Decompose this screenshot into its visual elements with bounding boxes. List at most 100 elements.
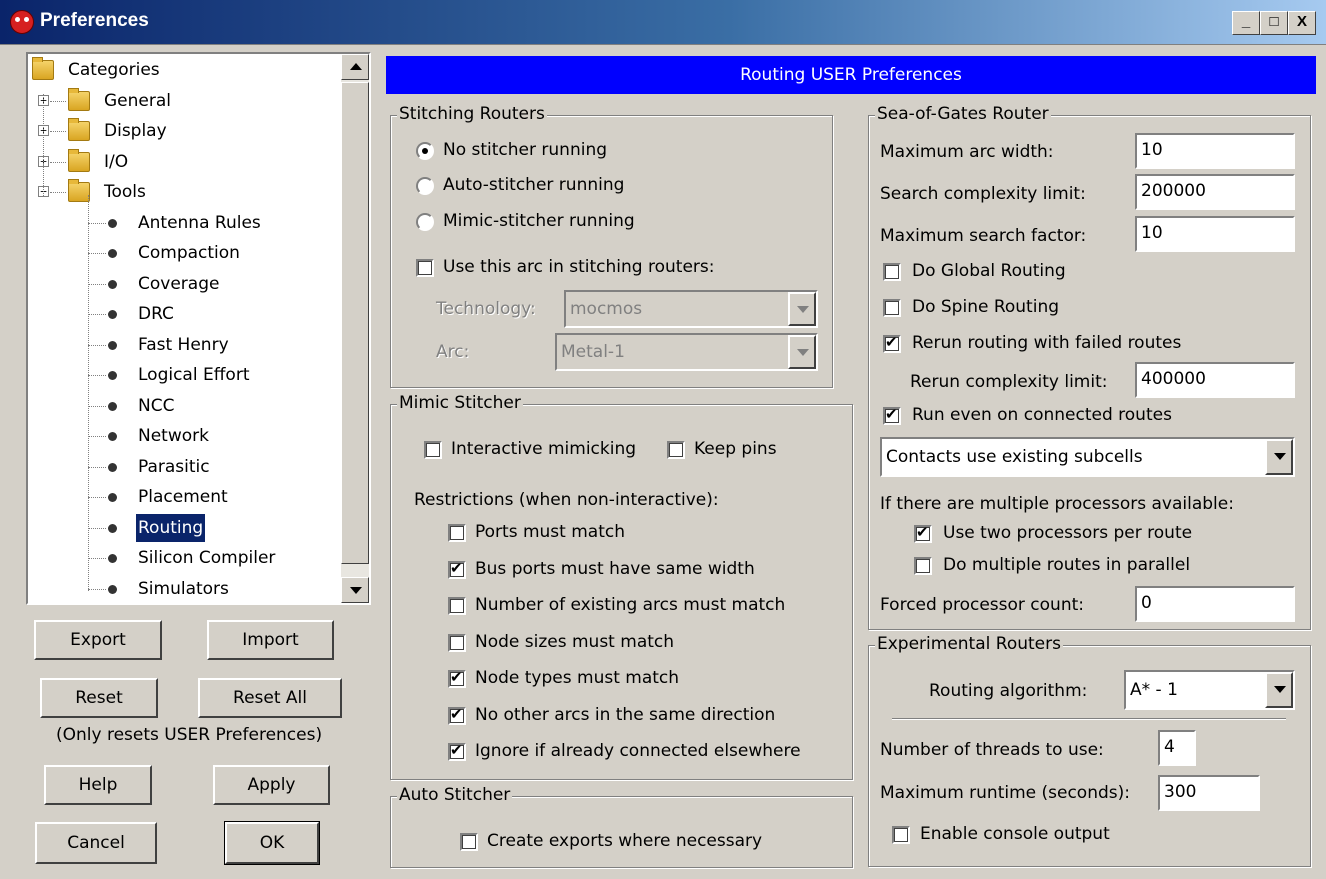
- two-processors-checkbox[interactable]: [914, 523, 932, 543]
- minimize-button[interactable]: _: [1232, 11, 1260, 35]
- keep-pins-checkbox[interactable]: [667, 441, 685, 459]
- arc-dropdown-button[interactable]: [788, 335, 816, 369]
- arc-value: Metal-1: [561, 342, 625, 362]
- algorithm-dropdown-button[interactable]: [1265, 672, 1293, 708]
- ok-button[interactable]: OK: [224, 821, 320, 865]
- technology-select[interactable]: mocmos: [564, 290, 818, 328]
- reset-button[interactable]: Reset: [40, 678, 158, 718]
- search-complexity-input[interactable]: 200000: [1135, 174, 1295, 210]
- forced-count-input[interactable]: 0: [1135, 586, 1295, 622]
- help-button[interactable]: Help: [44, 765, 152, 805]
- restriction-checkbox[interactable]: [448, 668, 466, 688]
- tree-item-network[interactable]: Network: [28, 422, 338, 450]
- restriction-checkbox[interactable]: [448, 705, 466, 725]
- restriction-label: Node sizes must match: [475, 631, 675, 652]
- tree-item-logical-effort[interactable]: Logical Effort: [28, 361, 338, 389]
- restriction-label: Bus ports must have same width: [475, 558, 755, 579]
- leaf-icon: [108, 584, 117, 594]
- no-stitcher-radio[interactable]: [416, 142, 434, 160]
- restriction-checkbox[interactable]: [448, 524, 466, 542]
- tree-group-io[interactable]: + I/O: [28, 148, 338, 176]
- parallel-routes-checkbox[interactable]: [914, 557, 932, 575]
- rerun-routing-checkbox[interactable]: [883, 333, 901, 353]
- threads-input[interactable]: 4: [1158, 730, 1196, 766]
- scroll-up-button[interactable]: [341, 54, 369, 80]
- technology-label: Technology:: [436, 299, 536, 319]
- max-arc-width-input[interactable]: 10: [1135, 133, 1295, 169]
- arrow-down-icon: [350, 587, 362, 594]
- use-arc-checkbox[interactable]: [416, 259, 434, 277]
- create-exports-label: Create exports where necessary: [487, 831, 763, 851]
- run-connected-checkbox[interactable]: [883, 405, 901, 425]
- restriction-checkbox[interactable]: [448, 559, 466, 579]
- tree-item-placement[interactable]: Placement: [28, 483, 338, 511]
- contacts-dropdown-button[interactable]: [1265, 439, 1293, 475]
- scroll-down-button[interactable]: [341, 577, 369, 603]
- tree-group-general[interactable]: + General: [28, 87, 338, 115]
- tree-group-label: I/O: [104, 151, 129, 172]
- tree-group-display[interactable]: + Display: [28, 117, 338, 145]
- tree-item-silicon-compiler[interactable]: Silicon Compiler: [28, 544, 338, 572]
- arc-select[interactable]: Metal-1: [555, 333, 818, 371]
- max-runtime-input[interactable]: 300: [1158, 775, 1260, 811]
- interactive-mimicking-checkbox[interactable]: [424, 441, 442, 459]
- routing-algorithm-select[interactable]: A* - 1: [1124, 670, 1295, 710]
- tree-item-antenna-rules[interactable]: Antenna Rules: [28, 209, 338, 237]
- tree-item-simulators[interactable]: Simulators: [28, 575, 338, 603]
- routing-algorithm-value: A* - 1: [1130, 680, 1178, 700]
- mimic-stitcher-radio[interactable]: [416, 213, 434, 231]
- scroll-thumb[interactable]: [341, 82, 369, 564]
- max-search-factor-input[interactable]: 10: [1135, 216, 1295, 252]
- apply-button[interactable]: Apply: [213, 765, 330, 805]
- tree-group-label: Tools: [104, 182, 146, 202]
- cancel-button[interactable]: Cancel: [35, 822, 157, 864]
- global-routing-label: Do Global Routing: [912, 261, 1066, 281]
- console-output-label: Enable console output: [920, 824, 1110, 844]
- tree-item-ncc[interactable]: NCC: [28, 392, 338, 420]
- tree-scrollbar[interactable]: [341, 54, 369, 603]
- auto-stitcher-radio[interactable]: [416, 177, 434, 195]
- tree-item-parasitic[interactable]: Parasitic: [28, 453, 338, 481]
- rerun-complexity-input[interactable]: 400000: [1135, 362, 1295, 398]
- restriction-checkbox[interactable]: [448, 741, 466, 761]
- leaf-icon: [108, 279, 117, 289]
- threads-label: Number of threads to use:: [880, 740, 1104, 760]
- folder-icon: [68, 118, 90, 141]
- tree-group-tools[interactable]: − Tools: [28, 178, 338, 206]
- close-button[interactable]: X: [1288, 11, 1316, 35]
- folder-icon: [68, 179, 90, 202]
- restrictions-label: Restrictions (when non-interactive):: [414, 490, 719, 510]
- global-routing-checkbox[interactable]: [883, 263, 901, 281]
- tree-item-routing[interactable]: Routing: [28, 512, 338, 543]
- category-tree[interactable]: Categories + General + Display + I/O − T…: [26, 52, 371, 605]
- leaf-icon: [108, 493, 117, 502]
- tree-item-compaction[interactable]: Compaction: [28, 239, 338, 267]
- contacts-value: Contacts use existing subcells: [886, 447, 1143, 467]
- contacts-select[interactable]: Contacts use existing subcells: [880, 437, 1295, 477]
- leaf-icon: [108, 401, 117, 411]
- folder-icon: [68, 148, 90, 172]
- tree-root[interactable]: Categories: [28, 56, 338, 84]
- import-button[interactable]: Import: [207, 620, 334, 660]
- export-button[interactable]: Export: [34, 620, 162, 660]
- create-exports-checkbox[interactable]: [460, 833, 478, 851]
- tree-item-label: Network: [138, 426, 209, 446]
- tree-item-drc[interactable]: DRC: [28, 300, 338, 328]
- restriction-checkbox[interactable]: [448, 633, 466, 652]
- tree-item-fast-henry[interactable]: Fast Henry: [28, 331, 338, 359]
- page-title: Routing USER Preferences: [386, 56, 1316, 94]
- leaf-icon: [108, 218, 117, 228]
- auto-stitcher-label: Auto-stitcher running: [443, 175, 625, 195]
- console-output-checkbox[interactable]: [892, 826, 910, 844]
- stitching-routers-title: Stitching Routers: [397, 104, 547, 124]
- tree-root-label: Categories: [68, 60, 160, 80]
- tree-item-coverage[interactable]: Coverage: [28, 270, 338, 298]
- reset-all-button[interactable]: Reset All: [198, 678, 342, 718]
- technology-dropdown-button[interactable]: [788, 292, 816, 326]
- maximize-button[interactable]: □: [1260, 11, 1288, 35]
- title-bar[interactable]: Preferences _ □ X: [0, 0, 1326, 45]
- mimic-stitcher-title: Mimic Stitcher: [397, 393, 523, 413]
- spine-routing-label: Do Spine Routing: [912, 297, 1060, 317]
- restriction-checkbox[interactable]: [448, 597, 466, 615]
- spine-routing-checkbox[interactable]: [883, 299, 901, 317]
